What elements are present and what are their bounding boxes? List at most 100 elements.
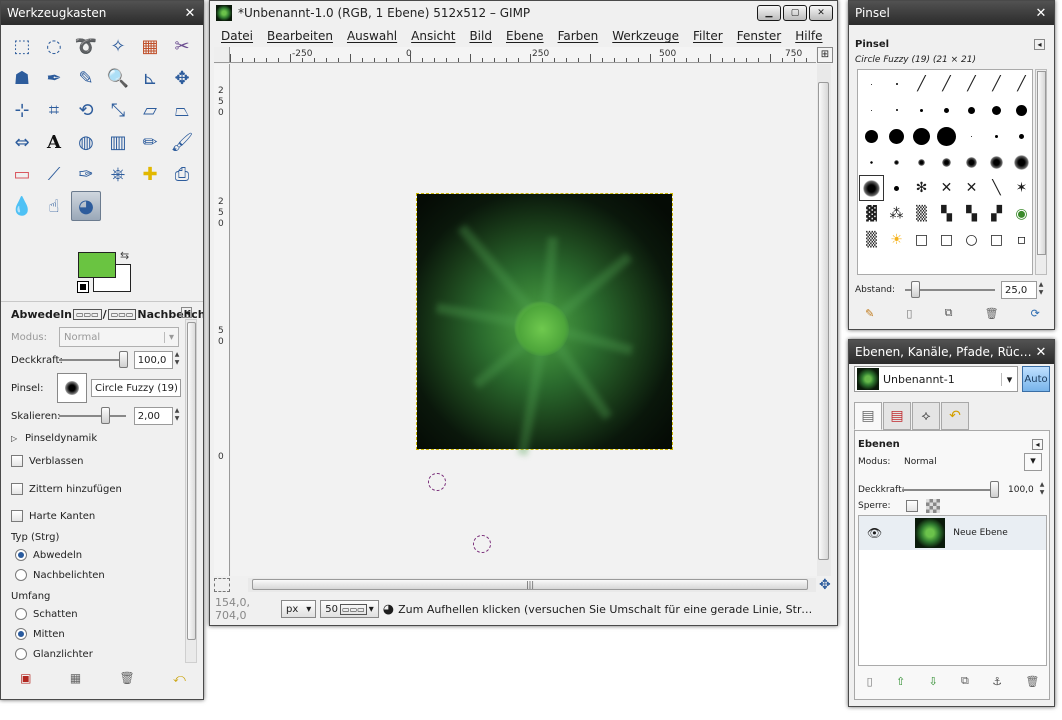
brush-cell[interactable] [1009, 97, 1034, 123]
spacing-slider-knob[interactable] [911, 281, 920, 298]
brush-cell[interactable]: □ [934, 227, 959, 253]
fade-checkbox[interactable] [11, 455, 23, 467]
rotate-icon[interactable]: ⟲ [71, 95, 101, 125]
brush-cell[interactable] [884, 175, 909, 201]
perspective-clone-icon[interactable]: ⎙ [167, 159, 197, 189]
brushes-titlebar[interactable]: Pinsel ✕ [849, 1, 1054, 25]
unit-combo[interactable]: px ▾ [281, 600, 317, 618]
menu-bild[interactable]: Bild [469, 29, 492, 43]
brush-cell[interactable]: ✕ [934, 175, 959, 201]
range-highlights-row[interactable]: Glanzlichter [15, 648, 93, 660]
reset-colors-icon[interactable] [77, 281, 89, 293]
options-scrollbar-thumb[interactable] [187, 322, 196, 640]
brush-cell[interactable] [984, 149, 1009, 175]
type-dodge-row[interactable]: Abwedeln [15, 549, 82, 561]
new-brush-icon[interactable]: ▯ [906, 307, 912, 320]
smudge-icon[interactable]: ☝ [39, 191, 69, 221]
close-icon[interactable]: ✕ [809, 5, 833, 21]
quick-mask-corner[interactable] [214, 47, 230, 63]
restore-options-icon[interactable]: ▦ [70, 671, 81, 685]
canvas-vertical-scrollbar[interactable] [817, 64, 831, 576]
type-dodge-radio[interactable] [15, 549, 27, 561]
delete-options-icon[interactable]: 🗑 [119, 671, 134, 685]
brush-grid-scrollbar-thumb[interactable] [1037, 71, 1046, 255]
brush-cell[interactable] [909, 97, 934, 123]
save-options-icon[interactable]: ▣ [20, 671, 31, 685]
brush-name-field[interactable]: Circle Fuzzy (19) [91, 379, 181, 397]
anchor-icon[interactable]: ⚓ [992, 675, 1002, 688]
brush-cell[interactable] [934, 97, 959, 123]
brush-cell[interactable]: ✶ [1009, 175, 1034, 201]
jitter-checkbox[interactable] [11, 483, 23, 495]
brush-cell[interactable]: ▫ [1009, 227, 1034, 253]
spin-arrows-icon[interactable]: ▲ ▼ [1038, 481, 1046, 499]
layer-opacity-slider[interactable] [902, 481, 999, 498]
scale-slider[interactable] [59, 407, 126, 424]
tab-menu-icon[interactable]: ◂ [1034, 39, 1045, 50]
brush-cell[interactable]: ╱ [934, 71, 959, 97]
toolbox-titlebar[interactable]: Werkzeugkasten ✕ [1, 1, 203, 25]
minimize-icon[interactable]: ▁ [757, 5, 781, 21]
refresh-brushes-icon[interactable]: ⟳ [1031, 307, 1040, 320]
brush-cell[interactable] [934, 123, 959, 149]
tab-menu-icon[interactable]: ◂ [181, 307, 192, 318]
brush-cell[interactable] [1009, 123, 1034, 149]
layer-row[interactable]: 👁 Neue Ebene [859, 516, 1046, 550]
lasso-icon[interactable]: ➰ [71, 31, 101, 61]
menu-filter[interactable]: Filter [693, 29, 723, 43]
jitter-row[interactable]: Zittern hinzufügen [11, 483, 122, 495]
menu-datei[interactable]: Datei [221, 29, 253, 43]
layer-opacity-value[interactable]: 100,0 [1004, 481, 1038, 499]
brush-cell[interactable]: □ [984, 227, 1009, 253]
canvas-horizontal-scrollbar[interactable]: ||| [248, 578, 816, 592]
spacing-spin[interactable]: 25,0 [1001, 281, 1037, 299]
brush-cell[interactable]: ⁂ [884, 201, 909, 227]
paths-icon[interactable]: ✒ [39, 63, 69, 93]
brush-cell[interactable] [909, 123, 934, 149]
undo-tab-icon[interactable]: ↶ [941, 402, 969, 430]
brush-cell[interactable] [984, 97, 1009, 123]
text-icon[interactable]: A [39, 127, 69, 157]
flip-icon[interactable]: ⇔ [7, 127, 37, 157]
options-scrollbar[interactable] [185, 319, 197, 663]
brush-cell[interactable]: ▒ [859, 227, 884, 253]
layers-titlebar[interactable]: Ebenen, Kanäle, Pfade, Rückgän... ✕ [849, 340, 1054, 364]
brush-cell[interactable]: ╲ [984, 175, 1009, 201]
image-selector[interactable]: Unbenannt-1 ▾ [854, 366, 1018, 392]
brush-cell[interactable]: ▚ [934, 201, 959, 227]
scale-slider-knob[interactable] [101, 407, 110, 424]
brush-grid-scrollbar[interactable] [1035, 69, 1047, 275]
blur-icon[interactable]: 💧 [7, 191, 37, 221]
brush-cell[interactable] [1009, 149, 1034, 175]
reset-options-icon[interactable]: ⤺ [173, 671, 186, 686]
color-picker-icon[interactable]: ✎ [71, 63, 101, 93]
menu-farben[interactable]: Farben [558, 29, 599, 43]
brush-cell[interactable] [859, 149, 884, 175]
delete-layer-icon[interactable]: 🗑 [1025, 675, 1039, 688]
brush-cell[interactable] [984, 123, 1009, 149]
type-burn-row[interactable]: Nachbelichten [15, 569, 105, 581]
brush-cell[interactable]: ☀ [884, 227, 909, 253]
brush-cell[interactable]: ✻ [909, 175, 934, 201]
spin-arrows-icon[interactable]: ▲ ▼ [1037, 281, 1045, 299]
brush-cell[interactable]: ▒ [909, 201, 934, 227]
edit-brush-icon[interactable]: ✎ [865, 307, 874, 320]
brush-preview[interactable] [57, 373, 87, 403]
range-midtones-radio[interactable] [15, 628, 27, 640]
auto-button[interactable]: Auto [1022, 366, 1050, 392]
expander-icon[interactable]: ▷ [11, 434, 25, 443]
spacing-slider[interactable] [905, 281, 995, 298]
move-icon[interactable]: ✥ [167, 63, 197, 93]
delete-brush-icon[interactable]: 🗑 [985, 307, 999, 320]
zoom-combo[interactable]: 50 ▭▭▭ ▾ [320, 600, 379, 618]
corner-select-icon[interactable] [214, 578, 230, 592]
hard-edge-checkbox[interactable] [11, 510, 23, 522]
layer-mode-value[interactable]: Normal [904, 457, 1024, 467]
brush-cell[interactable]: ╱ [1009, 71, 1034, 97]
tab-menu-icon[interactable]: ◂ [1032, 439, 1043, 450]
image-window-titlebar[interactable]: *Unbenannt-1.0 (RGB, 1 Ebene) 512x512 – … [210, 1, 837, 25]
brush-cell[interactable] [909, 149, 934, 175]
opacity-spin[interactable]: 100,0 [133, 351, 174, 369]
menu-bearbeiten[interactable]: Bearbeiten [267, 29, 333, 43]
image-layer[interactable] [416, 193, 673, 456]
